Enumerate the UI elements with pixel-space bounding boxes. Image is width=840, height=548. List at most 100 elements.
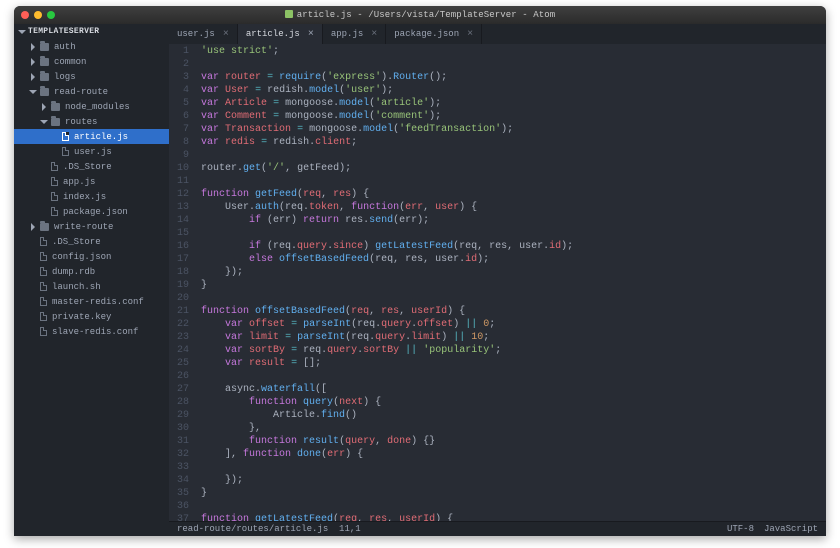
disclosure-arrow-icon[interactable] bbox=[31, 43, 35, 51]
disclosure-arrow-icon[interactable] bbox=[31, 73, 35, 81]
tree-file[interactable]: config.json bbox=[14, 249, 169, 264]
tree-folder[interactable]: node_modules bbox=[14, 99, 169, 114]
code-line[interactable] bbox=[201, 227, 826, 240]
line-number[interactable]: 15 bbox=[169, 227, 189, 240]
code-line[interactable] bbox=[201, 292, 826, 305]
tree-file[interactable]: slave-redis.conf bbox=[14, 324, 169, 339]
code-line[interactable]: function getLatestFeed(req, res, userId)… bbox=[201, 513, 826, 521]
line-number[interactable]: 8 bbox=[169, 136, 189, 149]
close-icon[interactable]: × bbox=[308, 29, 314, 40]
line-number[interactable]: 11 bbox=[169, 175, 189, 188]
tree-folder[interactable]: read-route bbox=[14, 84, 169, 99]
code-line[interactable]: async.waterfall([ bbox=[201, 383, 826, 396]
line-number[interactable]: 10 bbox=[169, 162, 189, 175]
tab[interactable]: package.json× bbox=[386, 24, 482, 44]
code-line[interactable]: }); bbox=[201, 474, 826, 487]
line-number[interactable]: 36 bbox=[169, 500, 189, 513]
project-root[interactable]: TEMPLATESERVER bbox=[14, 24, 169, 39]
code-line[interactable] bbox=[201, 149, 826, 162]
line-number[interactable]: 23 bbox=[169, 331, 189, 344]
tree-file[interactable]: .DS_Store bbox=[14, 159, 169, 174]
status-file-path[interactable]: read-route/routes/article.js bbox=[177, 524, 328, 534]
status-grammar[interactable]: JavaScript bbox=[764, 524, 818, 534]
tree-file[interactable]: index.js bbox=[14, 189, 169, 204]
code-line[interactable]: var result = []; bbox=[201, 357, 826, 370]
status-cursor-position[interactable]: 11,1 bbox=[339, 524, 361, 534]
line-number[interactable]: 3 bbox=[169, 71, 189, 84]
code-line[interactable]: function offsetBasedFeed(req, res, userI… bbox=[201, 305, 826, 318]
line-number[interactable]: 7 bbox=[169, 123, 189, 136]
code-line[interactable]: router.get('/', getFeed); bbox=[201, 162, 826, 175]
tree-file[interactable]: user.js bbox=[14, 144, 169, 159]
code-line[interactable]: var router = require('express').Router()… bbox=[201, 71, 826, 84]
tree-file[interactable]: .DS_Store bbox=[14, 234, 169, 249]
line-number[interactable]: 31 bbox=[169, 435, 189, 448]
close-icon[interactable]: × bbox=[371, 29, 377, 40]
tab[interactable]: app.js× bbox=[323, 24, 386, 44]
code-line[interactable]: var User = redish.model('user'); bbox=[201, 84, 826, 97]
tree-file[interactable]: dump.rdb bbox=[14, 264, 169, 279]
code-line[interactable] bbox=[201, 58, 826, 71]
line-number[interactable]: 18 bbox=[169, 266, 189, 279]
tree-file[interactable]: private.key bbox=[14, 309, 169, 324]
tree-folder[interactable]: common bbox=[14, 54, 169, 69]
line-number[interactable]: 14 bbox=[169, 214, 189, 227]
line-number[interactable]: 28 bbox=[169, 396, 189, 409]
tab[interactable]: user.js× bbox=[169, 24, 238, 44]
line-number[interactable]: 2 bbox=[169, 58, 189, 71]
tab-bar[interactable]: user.js×article.js×app.js×package.json× bbox=[169, 24, 826, 44]
disclosure-arrow-icon[interactable] bbox=[31, 223, 35, 231]
line-number[interactable]: 9 bbox=[169, 149, 189, 162]
line-number[interactable]: 1 bbox=[169, 45, 189, 58]
tree-file[interactable]: master-redis.conf bbox=[14, 294, 169, 309]
line-number[interactable]: 35 bbox=[169, 487, 189, 500]
line-number[interactable]: 30 bbox=[169, 422, 189, 435]
code-line[interactable]: if (err) return res.send(err); bbox=[201, 214, 826, 227]
line-number[interactable]: 24 bbox=[169, 344, 189, 357]
code-line[interactable]: Article.find() bbox=[201, 409, 826, 422]
tree-file[interactable]: package.json bbox=[14, 204, 169, 219]
line-number[interactable]: 4 bbox=[169, 84, 189, 97]
code-line[interactable]: var sortBy = req.query.sortBy || 'popula… bbox=[201, 344, 826, 357]
line-number[interactable]: 32 bbox=[169, 448, 189, 461]
code-line[interactable]: var limit = parseInt(req.query.limit) ||… bbox=[201, 331, 826, 344]
disclosure-arrow-icon[interactable] bbox=[42, 103, 46, 111]
code-line[interactable]: var Transaction = mongoose.model('feedTr… bbox=[201, 123, 826, 136]
code-line[interactable]: ], function done(err) { bbox=[201, 448, 826, 461]
line-number[interactable]: 29 bbox=[169, 409, 189, 422]
code-line[interactable] bbox=[201, 500, 826, 513]
line-number[interactable]: 6 bbox=[169, 110, 189, 123]
code-line[interactable]: } bbox=[201, 279, 826, 292]
code-line[interactable]: function result(query, done) {} bbox=[201, 435, 826, 448]
text-editor[interactable]: 1234567891011121314151617181920212223242… bbox=[169, 44, 826, 521]
code-line[interactable]: var redis = redish.client; bbox=[201, 136, 826, 149]
status-encoding[interactable]: UTF-8 bbox=[727, 524, 754, 534]
disclosure-arrow-icon[interactable] bbox=[29, 90, 37, 94]
code-line[interactable]: function query(next) { bbox=[201, 396, 826, 409]
line-number[interactable]: 19 bbox=[169, 279, 189, 292]
code-line[interactable] bbox=[201, 175, 826, 188]
tab[interactable]: article.js× bbox=[238, 24, 323, 44]
close-icon[interactable]: × bbox=[467, 29, 473, 40]
code-line[interactable]: } bbox=[201, 487, 826, 500]
line-number[interactable]: 16 bbox=[169, 240, 189, 253]
titlebar[interactable]: article.js - /Users/vista/TemplateServer… bbox=[14, 6, 826, 24]
disclosure-arrow-icon[interactable] bbox=[31, 58, 35, 66]
disclosure-arrow-icon[interactable] bbox=[40, 120, 48, 124]
code-line[interactable]: var Article = mongoose.model('article'); bbox=[201, 97, 826, 110]
line-number[interactable]: 20 bbox=[169, 292, 189, 305]
tree-folder[interactable]: auth bbox=[14, 39, 169, 54]
tree-folder[interactable]: logs bbox=[14, 69, 169, 84]
line-number[interactable]: 26 bbox=[169, 370, 189, 383]
tree-folder[interactable]: write-route bbox=[14, 219, 169, 234]
code-line[interactable]: }); bbox=[201, 266, 826, 279]
line-number[interactable]: 34 bbox=[169, 474, 189, 487]
code-line[interactable]: }, bbox=[201, 422, 826, 435]
tree-folder[interactable]: routes bbox=[14, 114, 169, 129]
code-line[interactable] bbox=[201, 370, 826, 383]
code-line[interactable]: var offset = parseInt(req.query.offset) … bbox=[201, 318, 826, 331]
code-area[interactable]: 'use strict'; var router = require('expr… bbox=[195, 44, 826, 521]
tree-file[interactable]: app.js bbox=[14, 174, 169, 189]
status-bar[interactable]: read-route/routes/article.js 11,1 UTF-8 … bbox=[169, 521, 826, 536]
close-icon[interactable]: × bbox=[223, 29, 229, 40]
